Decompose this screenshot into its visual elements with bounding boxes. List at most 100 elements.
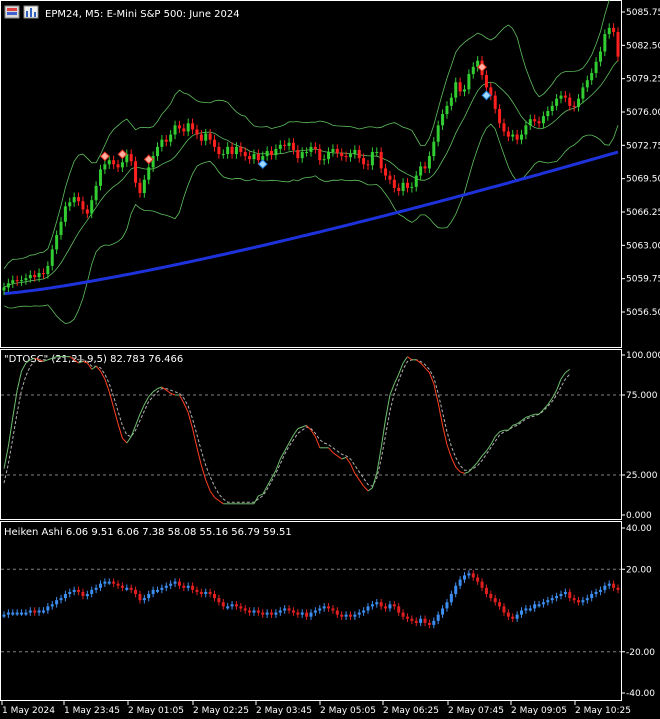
candle	[405, 182, 409, 188]
heiken-ashi-bar	[2, 614, 6, 617]
candle	[348, 154, 352, 158]
heiken-ashi-tick-label: -20.00	[626, 648, 655, 658]
candle	[85, 209, 89, 214]
heiken-ashi-bar	[572, 598, 576, 601]
candle	[33, 275, 37, 278]
candle	[230, 146, 234, 155]
heiken-ashi-bar	[120, 585, 124, 588]
candle	[217, 146, 221, 155]
heiken-ashi-bar	[169, 583, 173, 586]
candle	[449, 97, 453, 106]
heiken-ashi-bar	[366, 606, 370, 611]
candle	[427, 156, 431, 169]
heiken-ashi-bar	[533, 604, 537, 609]
candle	[94, 185, 98, 201]
heiken-ashi-bar	[41, 610, 45, 613]
dtosc-tick-label: 75.000	[626, 391, 658, 401]
candle	[287, 142, 291, 146]
candle	[502, 123, 506, 132]
candle	[362, 158, 366, 165]
heiken-ashi-bar	[370, 604, 374, 607]
heiken-ashi-bar	[77, 589, 81, 592]
time-tick-label: 2 May 02:25	[193, 706, 249, 716]
heiken-ashi-bar	[445, 602, 449, 609]
heiken-ashi-bar	[441, 608, 445, 615]
candle	[388, 175, 392, 180]
chart-icon[interactable]	[23, 5, 39, 19]
candle	[607, 27, 611, 35]
heiken-ashi-bar	[436, 614, 440, 621]
candle	[169, 134, 173, 142]
candle	[318, 148, 322, 161]
candle	[533, 119, 537, 122]
heiken-ashi-bar	[327, 606, 331, 609]
candle	[581, 87, 585, 99]
chart-window[interactable]: EPM24, M5: E-Mini S&P 500: June 2024 508…	[0, 0, 660, 719]
candle	[370, 152, 374, 166]
heiken-ashi-bar	[537, 604, 541, 607]
heiken-ashi-bar	[296, 612, 300, 615]
candle	[445, 105, 449, 115]
heiken-ashi-bar	[555, 596, 559, 599]
candle	[594, 61, 598, 74]
heiken-ashi-bar	[147, 594, 151, 599]
price-tick-label: 5063.00	[626, 241, 660, 251]
heiken-ashi-bar	[590, 594, 594, 599]
candle	[226, 146, 230, 155]
price-tick-label: 5085.75	[626, 8, 660, 18]
heiken-ashi-bar	[467, 573, 471, 576]
heiken-ashi-bar	[156, 589, 159, 592]
candle	[309, 146, 313, 152]
time-tick-label: 1 May 23:45	[64, 706, 120, 716]
heiken-ashi-bar	[563, 591, 567, 594]
time-tick-label: 2 May 01:05	[128, 706, 184, 716]
heiken-ashi-bar	[291, 610, 295, 613]
candle	[577, 98, 581, 107]
candle	[208, 133, 212, 140]
time-tick-label: 2 May 10:25	[575, 706, 631, 716]
candle	[156, 146, 159, 157]
heiken-ashi-bar	[199, 591, 203, 594]
heiken-ashi-bar	[594, 591, 598, 594]
candle	[221, 154, 225, 156]
candle	[423, 166, 427, 169]
candle	[129, 154, 133, 162]
heiken-ashi-bar	[37, 610, 41, 613]
candle	[182, 128, 186, 132]
candle	[186, 123, 190, 132]
heiken-ashi-bar	[191, 585, 195, 590]
heiken-ashi-bar	[454, 585, 458, 594]
heiken-ashi-label: Heiken Ashi 6.06 9.51 6.06 7.38 58.08 55…	[4, 527, 292, 538]
candle	[278, 144, 282, 149]
heiken-ashi-bar	[20, 612, 24, 615]
heiken-ashi-bar	[322, 606, 326, 609]
candle	[2, 287, 6, 291]
heiken-ashi-bar	[528, 608, 532, 611]
candle	[252, 154, 256, 160]
candle	[147, 167, 151, 180]
heiken-ashi-bar	[375, 602, 379, 605]
candle	[322, 159, 326, 161]
time-tick-label: 1 May 2024	[2, 706, 55, 716]
candle	[528, 119, 532, 126]
heiken-ashi-bar	[300, 612, 304, 615]
heiken-ashi-bar	[432, 620, 436, 625]
heiken-ashi-bar	[6, 612, 10, 615]
heiken-ashi-bar	[230, 604, 234, 607]
candle	[234, 146, 238, 155]
heiken-ashi-bar	[138, 594, 142, 601]
candle	[98, 169, 102, 186]
heiken-ashi-bar	[353, 614, 357, 617]
candle	[541, 116, 545, 124]
candle	[524, 125, 528, 135]
heiken-ashi-bar	[186, 585, 190, 588]
account-icon[interactable]	[4, 5, 20, 19]
candle	[72, 197, 76, 203]
heiken-ashi-bar	[11, 612, 15, 615]
candle	[68, 202, 72, 207]
candle	[15, 280, 19, 282]
heiken-ashi-bar	[357, 612, 361, 615]
candle	[546, 110, 550, 117]
dtosc-tick-label: 0.000	[626, 511, 652, 521]
heiken-ashi-bar	[94, 587, 98, 590]
